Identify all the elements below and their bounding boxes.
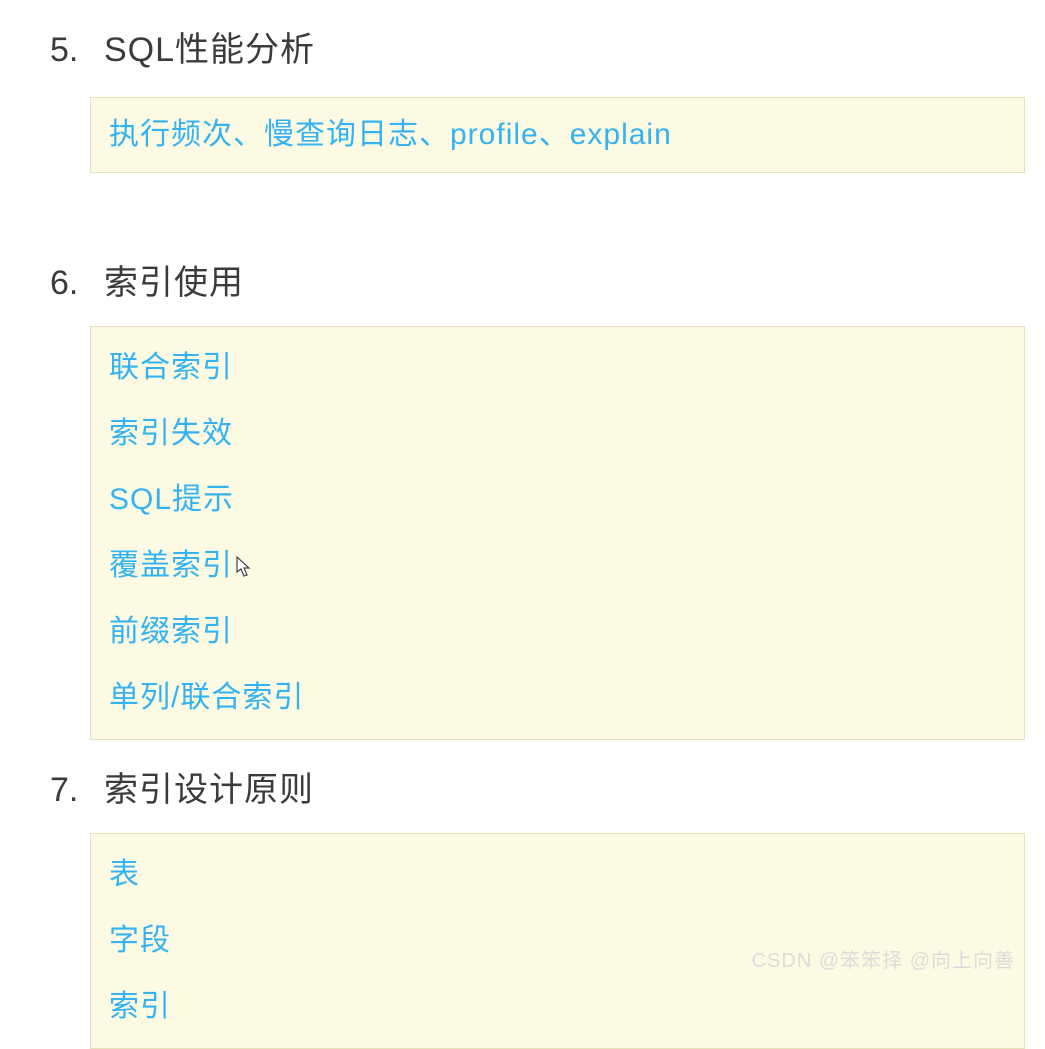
section-6-header: 6. 索引使用	[0, 173, 1045, 304]
section-6-item: 覆盖索引	[109, 533, 1006, 599]
section-6-item: 联合索引	[109, 343, 1006, 401]
section-6-title: 索引使用	[104, 255, 244, 304]
section-6-item: 前缀索引	[109, 599, 1006, 665]
section-5-item: 执行频次、慢查询日志、profile、explain	[109, 114, 1006, 156]
section-5-number: 5.	[50, 31, 104, 70]
section-6-item: 索引失效	[109, 401, 1006, 467]
section-7-title: 索引设计原则	[104, 762, 314, 811]
section-5-title: SQL性能分析	[104, 22, 315, 71]
section-7-box: 表 字段 索引	[90, 833, 1025, 1049]
section-6-item: SQL提示	[109, 467, 1006, 533]
section-5-box: 执行频次、慢查询日志、profile、explain	[90, 97, 1025, 173]
section-6-box: 联合索引 索引失效 SQL提示 覆盖索引 前缀索引 单列/联合索引	[90, 326, 1025, 740]
section-6-number: 6.	[50, 264, 104, 303]
section-6-item: 单列/联合索引	[109, 665, 1006, 723]
section-5-header: 5. SQL性能分析	[0, 0, 1045, 71]
section-7-item: 表	[109, 850, 1006, 908]
section-7-item: 索引	[109, 974, 1006, 1032]
section-7-number: 7.	[50, 771, 104, 810]
section-7-header: 7. 索引设计原则	[0, 740, 1045, 811]
watermark-text: CSDN @笨笨择 @向上向善	[752, 944, 1015, 973]
